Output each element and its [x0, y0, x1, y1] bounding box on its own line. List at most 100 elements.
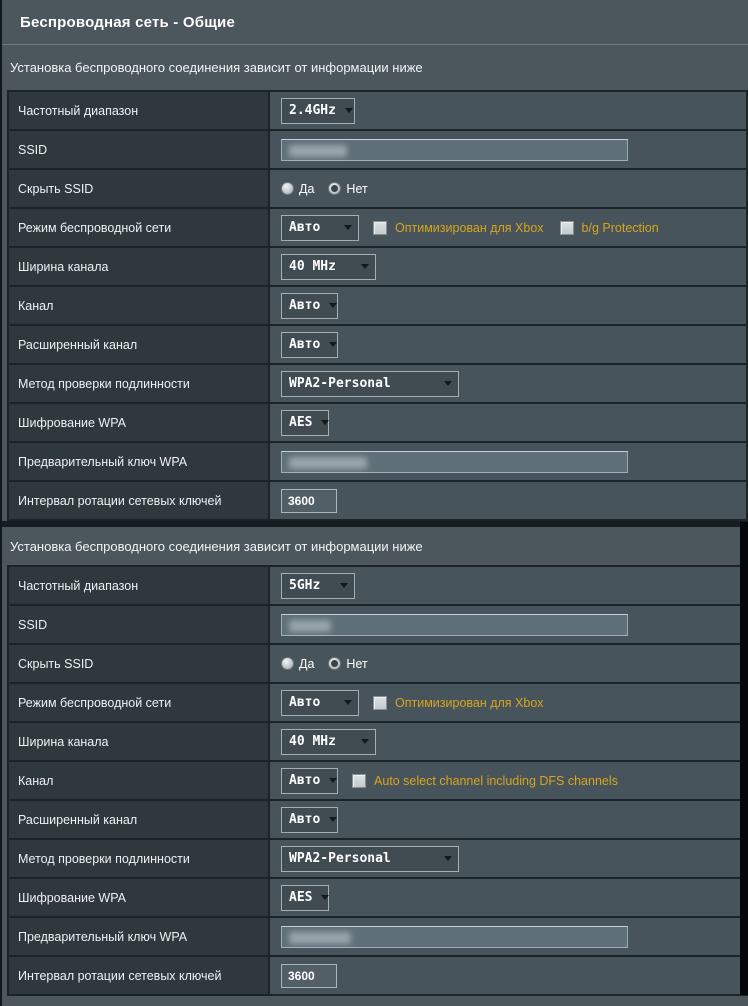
chevron-down-icon — [361, 264, 369, 269]
channel-width-label: Ширина канала — [9, 723, 270, 760]
wireless-mode-label: Режим беспроводной сети — [9, 684, 270, 721]
blurred-value — [289, 144, 347, 157]
table-row: Интервал ротации сетевых ключей 3600 — [9, 957, 746, 994]
chevron-down-icon — [344, 225, 352, 230]
hide-ssid-yes-radio[interactable] — [281, 182, 294, 195]
settings-table-24ghz: Частотный диапазон 2.4GHz SSID Скрыть SS… — [7, 90, 748, 521]
key-rotation-input[interactable]: 3600 — [281, 963, 337, 988]
dfs-channels-checkbox[interactable] — [352, 773, 366, 788]
wpa-key-label: Предварительный ключ WPA — [9, 443, 270, 480]
band-select-value: 2.4GHz — [289, 103, 336, 118]
xbox-optimized-label[interactable]: Оптимизирован для Xbox — [395, 696, 544, 710]
wpa-key-input[interactable] — [281, 925, 628, 948]
chevron-down-icon — [329, 778, 338, 783]
auth-method-select[interactable]: WPA2-Personal — [281, 370, 459, 397]
chevron-down-icon — [444, 856, 452, 861]
table-row: Канал Авто Auto select channel including… — [9, 762, 746, 801]
wireless-mode-select[interactable]: Авто — [281, 214, 359, 241]
chevron-down-icon — [321, 895, 330, 900]
channel-select[interactable]: Авто — [281, 767, 338, 794]
chevron-down-icon — [329, 303, 338, 308]
table-row: Частотный диапазон 2.4GHz — [9, 92, 746, 131]
key-rotation-label: Интервал ротации сетевых ключей — [9, 482, 270, 519]
wpa-encryption-select-value: AES — [289, 890, 313, 905]
chevron-down-icon — [361, 739, 369, 744]
hide-ssid-yes-label[interactable]: Да — [299, 657, 314, 671]
auth-method-label: Метод проверки подлинности — [9, 840, 270, 877]
bg-protection-label[interactable]: b/g Protection — [582, 221, 659, 235]
channel-label: Канал — [9, 287, 270, 324]
wpa-key-label: Предварительный ключ WPA — [9, 918, 270, 955]
page-left-edge — [0, 0, 2, 1006]
page-title-bar: Беспроводная сеть - Общие — [0, 0, 748, 45]
channel-width-select[interactable]: 40 MHz — [281, 728, 376, 755]
wireless-mode-select-value: Авто — [289, 695, 321, 710]
table-row: Расширенный канал Авто — [9, 326, 746, 365]
page-title: Беспроводная сеть - Общие — [20, 13, 236, 31]
wpa-encryption-label: Шифрование WPA — [9, 879, 270, 916]
dfs-channels-label[interactable]: Auto select channel including DFS channe… — [374, 774, 618, 788]
wireless-settings-page: Беспроводная сеть - Общие Установка бесп… — [0, 0, 748, 1006]
blurred-value — [289, 931, 351, 944]
hide-ssid-yes-label[interactable]: Да — [299, 182, 314, 196]
wireless-mode-select-value: Авто — [289, 220, 321, 235]
table-row: Метод проверки подлинности WPA2-Personal — [9, 840, 746, 879]
extension-channel-label: Расширенный канал — [9, 326, 270, 363]
ssid-input[interactable] — [281, 613, 628, 636]
table-row: Расширенный канал Авто — [9, 801, 746, 840]
table-row: Предварительный ключ WPA — [9, 918, 746, 957]
table-row: SSID — [9, 606, 746, 645]
band-select[interactable]: 5GHz — [281, 572, 355, 599]
blurred-value — [289, 619, 331, 632]
wpa-encryption-label: Шифрование WPA — [9, 404, 270, 441]
wpa-encryption-select-value: AES — [289, 415, 313, 430]
auth-method-select-value: WPA2-Personal — [289, 376, 391, 391]
xbox-optimized-checkbox[interactable] — [373, 220, 387, 235]
table-row: Режим беспроводной сети Авто Оптимизиров… — [9, 209, 746, 248]
channel-width-select[interactable]: 40 MHz — [281, 253, 376, 280]
xbox-optimized-label[interactable]: Оптимизирован для Xbox — [395, 221, 544, 235]
chevron-down-icon — [340, 583, 348, 588]
settings-table-5ghz: Частотный диапазон 5GHz SSID Скрыть SSID… — [7, 565, 748, 996]
hide-ssid-no-radio[interactable] — [328, 182, 342, 195]
auth-method-label: Метод проверки подлинности — [9, 365, 270, 402]
wireless-mode-label: Режим беспроводной сети — [9, 209, 270, 246]
wpa-encryption-select[interactable]: AES — [281, 884, 330, 911]
table-row: Скрыть SSID Да Нет — [9, 170, 746, 209]
wpa-encryption-select[interactable]: AES — [281, 409, 330, 436]
extension-channel-select[interactable]: Авто — [281, 331, 338, 358]
xbox-optimized-checkbox[interactable] — [373, 695, 387, 710]
ssid-label: SSID — [9, 606, 270, 643]
section-header-5ghz: Установка беспроводного соединения завис… — [10, 538, 423, 554]
bg-protection-checkbox[interactable] — [559, 220, 574, 235]
hide-ssid-no-label[interactable]: Нет — [346, 182, 367, 196]
wpa-key-input[interactable] — [281, 450, 628, 473]
ssid-input[interactable] — [281, 138, 628, 161]
band-select[interactable]: 2.4GHz — [281, 97, 355, 124]
wireless-mode-select[interactable]: Авто — [281, 689, 359, 716]
blurred-value — [289, 456, 367, 469]
hide-ssid-label: Скрыть SSID — [9, 645, 270, 682]
section-header-24ghz: Установка беспроводного соединения завис… — [10, 60, 423, 75]
hide-ssid-no-radio[interactable] — [328, 657, 342, 670]
table-row: Шифрование WPA AES — [9, 879, 746, 918]
auth-method-select[interactable]: WPA2-Personal — [281, 845, 459, 872]
page-edge-strip — [740, 522, 748, 995]
key-rotation-input[interactable]: 3600 — [281, 488, 337, 513]
channel-label: Канал — [9, 762, 270, 799]
hide-ssid-no-label[interactable]: Нет — [346, 657, 367, 671]
channel-width-select-value: 40 MHz — [289, 734, 336, 749]
table-row: Шифрование WPA AES — [9, 404, 746, 443]
auth-method-select-value: WPA2-Personal — [289, 851, 391, 866]
table-row: Интервал ротации сетевых ключей 3600 — [9, 482, 746, 519]
extension-channel-label: Расширенный канал — [9, 801, 270, 838]
channel-width-label: Ширина канала — [9, 248, 270, 285]
extension-channel-select[interactable]: Авто — [281, 806, 338, 833]
table-row: Предварительный ключ WPA — [9, 443, 746, 482]
hide-ssid-yes-radio[interactable] — [281, 657, 294, 670]
table-row: SSID — [9, 131, 746, 170]
channel-select[interactable]: Авто — [281, 292, 338, 319]
hide-ssid-label: Скрыть SSID — [9, 170, 270, 207]
band-select-value: 5GHz — [289, 578, 321, 593]
chevron-down-icon — [321, 420, 330, 425]
